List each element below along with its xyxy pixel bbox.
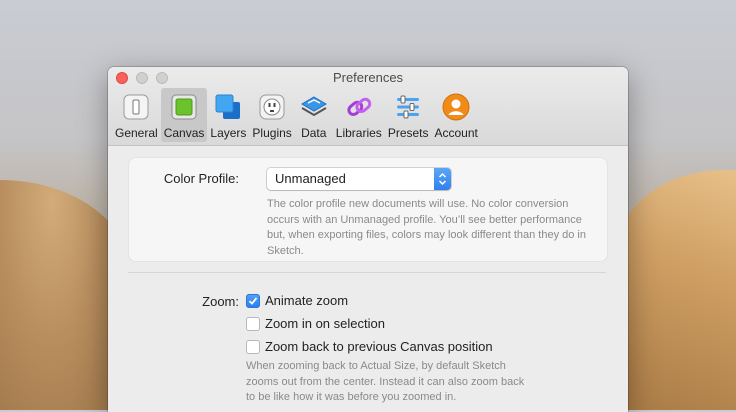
- color-profile-value: Unmanaged: [275, 171, 346, 186]
- tab-general-label: General: [115, 126, 158, 140]
- help-line: to be like how it was before you zoomed …: [246, 391, 457, 403]
- checkbox-box: [246, 316, 260, 331]
- color-profile-select[interactable]: Unmanaged: [267, 168, 451, 190]
- color-profile-help: The color profile new documents will use…: [267, 197, 586, 259]
- tab-layers-label: Layers: [210, 126, 247, 140]
- checkbox-box: [246, 339, 260, 354]
- canvas-icon: [168, 91, 200, 123]
- zoom-help: When zooming back to Actual Size, by def…: [246, 359, 524, 406]
- zoom-in-on-selection-label: Zoom in on selection: [265, 316, 385, 331]
- tab-libraries-label: Libraries: [335, 126, 382, 140]
- window-toolbar: Preferences General Canvas Layers Plugin…: [108, 67, 628, 146]
- tab-general[interactable]: General: [112, 88, 161, 142]
- zoom-label: Zoom:: [202, 294, 239, 309]
- help-line: When zooming back to Actual Size, by def…: [246, 360, 506, 372]
- layers-icon: [212, 91, 244, 123]
- preferences-tabs: General Canvas Layers Plugins Data Libra…: [112, 88, 481, 142]
- general-icon: [120, 91, 152, 123]
- tab-layers[interactable]: Layers: [207, 88, 249, 142]
- canvas-preferences-pane: Color Profile: Unmanaged The color profi…: [108, 146, 628, 412]
- help-line: zooms out from the center. Instead it ca…: [246, 375, 525, 388]
- chevron-updown-icon: [434, 168, 451, 190]
- account-icon: [440, 91, 472, 123]
- tab-presets-label: Presets: [387, 126, 429, 140]
- help-line: occurs with an Unmanaged profile. You’ll…: [267, 213, 582, 226]
- help-line: Sketch.: [267, 244, 304, 257]
- desktop-dune-right: [616, 170, 736, 410]
- tab-presets[interactable]: Presets: [385, 88, 432, 142]
- libraries-icon: [343, 91, 375, 123]
- tab-data[interactable]: Data: [295, 88, 333, 142]
- preferences-window: Preferences General Canvas Layers Plugin…: [108, 67, 628, 412]
- color-profile-panel: Color Profile: Unmanaged The color profi…: [128, 157, 608, 262]
- zoom-back-label: Zoom back to previous Canvas position: [265, 339, 493, 354]
- window-title: Preferences: [332, 70, 404, 85]
- tab-account[interactable]: Account: [432, 88, 481, 142]
- tab-libraries[interactable]: Libraries: [333, 88, 385, 142]
- animate-zoom-checkbox[interactable]: Animate zoom: [246, 293, 348, 308]
- presets-icon: [392, 91, 424, 123]
- tab-account-label: Account: [434, 126, 478, 140]
- tab-data-label: Data: [301, 126, 327, 140]
- animate-zoom-label: Animate zoom: [265, 293, 349, 308]
- tab-canvas[interactable]: Canvas: [160, 88, 208, 142]
- data-icon: [298, 91, 330, 123]
- tab-plugins[interactable]: Plugins: [249, 88, 294, 142]
- tab-canvas-label: Canvas: [163, 126, 205, 140]
- help-line: but, when exporting files, colors may lo…: [267, 229, 586, 241]
- tab-plugins-label: Plugins: [252, 126, 292, 140]
- help-line: The color profile new documents will use…: [267, 198, 569, 210]
- section-divider: [128, 272, 606, 273]
- color-profile-label: Color Profile:: [163, 171, 239, 186]
- plugins-icon: [256, 91, 288, 123]
- zoom-back-checkbox[interactable]: Zoom back to previous Canvas position: [246, 339, 493, 354]
- zoom-in-on-selection-checkbox[interactable]: Zoom in on selection: [246, 316, 385, 331]
- checkmark-icon: [246, 293, 260, 308]
